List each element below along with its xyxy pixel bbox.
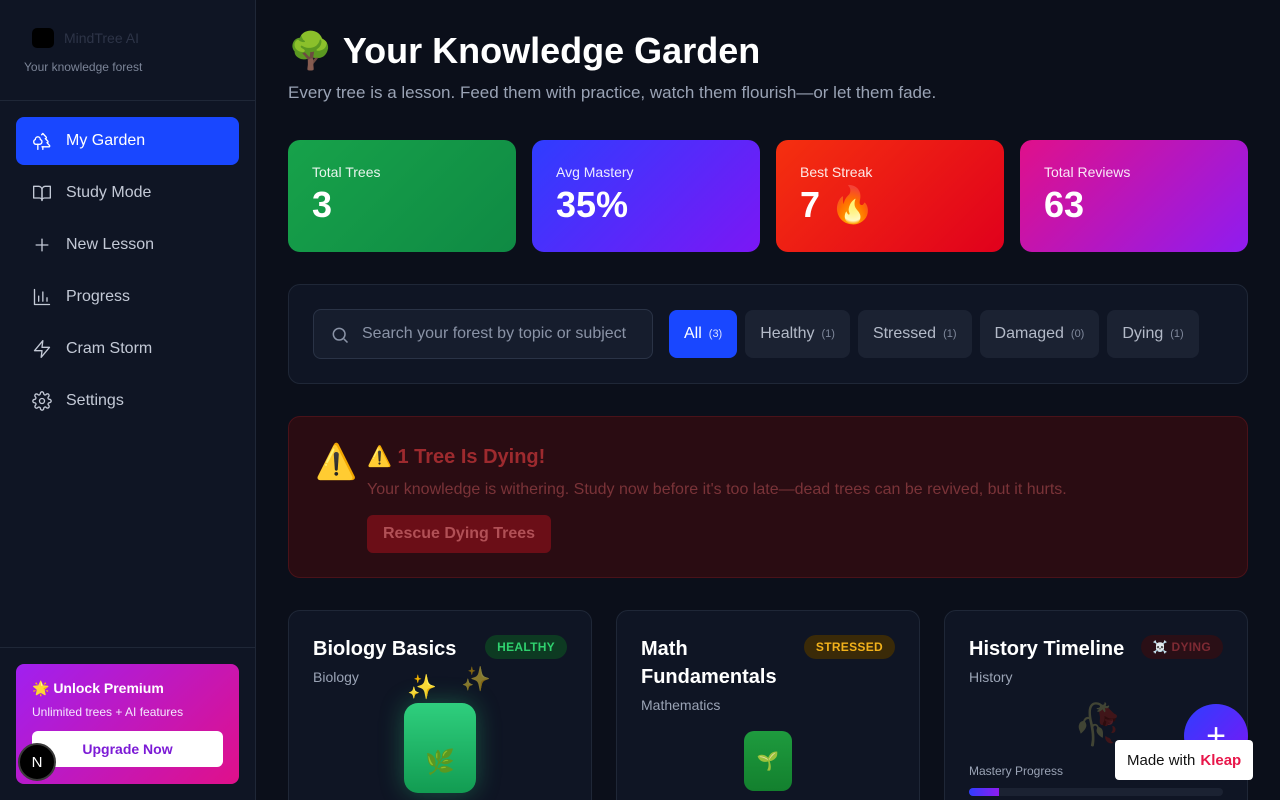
sparkle-icon: ✨ <box>407 674 437 701</box>
sidebar-item-label: Study Mode <box>66 184 152 201</box>
upgrade-button[interactable]: Upgrade Now <box>32 731 223 767</box>
stats-row: Total Trees 3 Avg Mastery 35% Best Strea… <box>288 140 1248 252</box>
dying-alert: ⚠️ ⚠️ 1 Tree Is Dying! Your knowledge is… <box>288 416 1248 578</box>
tree-card-math[interactable]: Math Fundamentals Mathematics STRESSED 🌱 <box>616 610 920 800</box>
lightning-icon <box>33 340 51 358</box>
card-title: History Timeline <box>969 638 1125 660</box>
premium-subtitle: Unlimited trees + AI features <box>32 705 184 719</box>
filter-chip-all[interactable]: All (3) <box>669 310 738 358</box>
card-subject: History <box>969 669 1013 685</box>
filter-chip-dying[interactable]: Dying (1) <box>1107 310 1199 358</box>
sidebar-item-new-lesson[interactable]: New Lesson <box>16 221 239 269</box>
stat-value: 63 <box>1044 184 1085 225</box>
sidebar-item-study-mode[interactable]: Study Mode <box>16 169 239 217</box>
sidebar-item-cram-storm[interactable]: Cram Storm <box>16 325 239 373</box>
sparkle-icon: ✨ <box>461 666 491 693</box>
plus-icon <box>35 238 49 252</box>
card-title: Math Fundamentals <box>641 638 777 688</box>
filter-chip-stressed[interactable]: Stressed (1) <box>857 310 972 358</box>
sidebar: MindTree AI Your knowledge forest My Gar… <box>0 0 256 800</box>
filter-count: (1) <box>1170 328 1184 340</box>
stat-card-best-streak: Best Streak 7 🔥 <box>776 140 1004 252</box>
brand-logo <box>32 28 54 48</box>
search-icon <box>332 327 349 344</box>
sidebar-nav: My Garden Study Mode New Lesson Progress… <box>0 101 255 445</box>
stat-label: Total Reviews <box>1044 164 1131 180</box>
page-title: 🌳 Your Knowledge Garden <box>288 30 760 72</box>
sidebar-item-label: Cram Storm <box>66 340 153 357</box>
mastery-progress-fill <box>969 788 1000 796</box>
filter-panel: All (3) Healthy (1) Stressed (1) Damaged… <box>288 284 1248 384</box>
status-badge: ☠️ DYING <box>1140 635 1223 659</box>
tree-card-biology[interactable]: Biology Basics Biology HEALTHY ✨ ✨ 🌿 <box>288 610 592 800</box>
tree-icon <box>33 132 51 150</box>
stat-value: 7 🔥 <box>800 184 875 225</box>
mastery-label: Mastery Progress <box>969 764 1064 778</box>
brand: MindTree AI Your knowledge forest <box>0 0 255 101</box>
next-badge[interactable]: N <box>18 743 56 781</box>
brand-tagline: Your knowledge forest <box>24 60 143 74</box>
filter-label: Healthy <box>760 325 815 342</box>
brand-name: MindTree AI <box>64 30 139 46</box>
stat-label: Avg Mastery <box>556 164 634 180</box>
alert-text: Your knowledge is withering. Study now b… <box>367 481 1067 498</box>
rescue-button[interactable]: Rescue Dying Trees <box>367 515 552 553</box>
premium-title: 🌟 Unlock Premium <box>32 680 164 696</box>
stat-label: Total Trees <box>312 164 381 180</box>
stat-card-total-trees: Total Trees 3 <box>288 140 516 252</box>
gear-icon <box>32 391 52 411</box>
stat-card-avg-mastery: Avg Mastery 35% <box>532 140 760 252</box>
stat-card-total-reviews: Total Reviews 63 <box>1020 140 1248 252</box>
warning-icon: ⚠️ <box>315 443 358 481</box>
search-input[interactable] <box>362 325 642 343</box>
filter-count: (0) <box>1070 328 1085 340</box>
filter-chips: All (3) Healthy (1) Stressed (1) Damaged… <box>669 310 1199 358</box>
sidebar-item-label: New Lesson <box>66 236 155 253</box>
status-badge: HEALTHY <box>485 635 567 659</box>
page-title-text: Your Knowledge Garden <box>342 30 761 71</box>
card-title: Biology Basics <box>313 638 457 660</box>
filter-count: (1) <box>821 328 835 340</box>
stat-value: 35% <box>556 184 629 225</box>
healthy-tree-icon: 🌿 <box>404 703 476 793</box>
stressed-tree-icon: 🌱 <box>744 731 792 791</box>
filter-chip-healthy[interactable]: Healthy (1) <box>745 310 850 358</box>
stat-label: Best Streak <box>800 164 873 180</box>
filter-label: All <box>684 325 702 342</box>
book-icon <box>33 185 51 202</box>
made-with-badge[interactable]: Made with Kleap <box>1115 740 1254 780</box>
sidebar-item-my-garden[interactable]: My Garden <box>16 117 239 165</box>
tree-emoji-icon: 🌳 <box>288 30 333 71</box>
sidebar-item-label: Settings <box>66 392 124 409</box>
search-box <box>313 309 653 359</box>
bar-chart-icon <box>33 288 51 306</box>
card-subject: Biology <box>313 669 359 685</box>
tree-cards: Biology Basics Biology HEALTHY ✨ ✨ 🌿 Mat… <box>288 610 1248 800</box>
filter-count: (3) <box>708 328 723 340</box>
mastery-progress-bar <box>969 788 1223 796</box>
filter-chip-damaged[interactable]: Damaged (0) <box>979 310 1100 358</box>
card-subject: Mathematics <box>641 697 721 713</box>
sidebar-item-label: My Garden <box>66 132 146 149</box>
sidebar-item-progress[interactable]: Progress <box>16 273 239 321</box>
filter-label: Dying <box>1122 325 1164 342</box>
stat-value: 3 <box>312 184 333 225</box>
filter-label: Stressed <box>872 325 937 342</box>
filter-count: (1) <box>943 328 957 340</box>
sidebar-item-settings[interactable]: Settings <box>16 377 239 425</box>
sidebar-item-label: Progress <box>66 288 131 305</box>
status-badge: STRESSED <box>803 635 895 659</box>
alert-title: ⚠️ 1 Tree Is Dying! <box>367 446 546 468</box>
page-subtitle: Every tree is a lesson. Feed them with p… <box>288 83 937 102</box>
made-with-brand: Kleap <box>1200 751 1242 769</box>
filter-label: Damaged <box>994 325 1064 342</box>
made-with-text: Made with <box>1127 751 1196 769</box>
